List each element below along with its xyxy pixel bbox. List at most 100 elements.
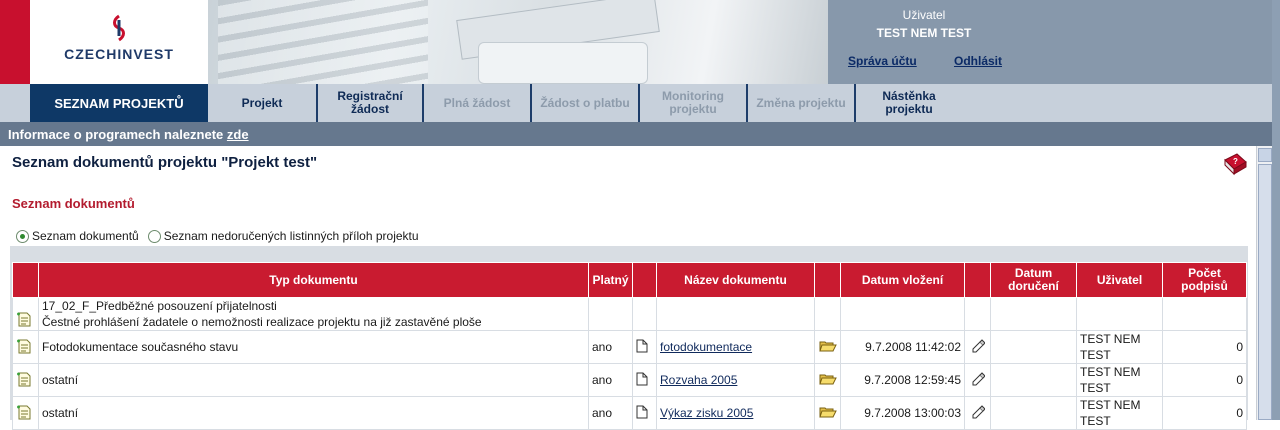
- tab-zmena-projektu: Změna projektu: [748, 84, 856, 122]
- edit-pencil-icon[interactable]: [971, 338, 986, 353]
- tab-monitoring-projektu: Monitoring projektu: [640, 84, 748, 122]
- row-doc-icon-cell: [632, 330, 657, 364]
- user-name: TEST NEM TEST: [876, 26, 972, 40]
- scroll-thumb[interactable]: [1258, 164, 1272, 420]
- logo-strip: [0, 0, 30, 84]
- window-edge: [1272, 0, 1280, 420]
- row-user: TEST NEM TEST: [1076, 330, 1163, 364]
- open-folder-icon[interactable]: [818, 405, 837, 419]
- cell: [1162, 297, 1247, 331]
- row-delivered: [990, 363, 1077, 397]
- tab-label: Změna projektu: [756, 95, 846, 110]
- document-link[interactable]: Rozvaha 2005: [660, 373, 737, 387]
- row-user: TEST NEM TEST: [1076, 396, 1163, 430]
- row-valid: ano: [588, 363, 633, 397]
- radio-document-list[interactable]: [16, 229, 29, 243]
- col-doc-icon: [632, 262, 657, 298]
- section-title: Seznam dokumentů: [12, 196, 135, 211]
- photo-touchpad: [478, 42, 648, 84]
- info-link[interactable]: zde: [227, 127, 249, 142]
- row-valid: ano: [588, 396, 633, 430]
- row-user: TEST NEM TEST: [1076, 363, 1163, 397]
- photo-keyboard: [218, 0, 428, 84]
- radio-undelivered-attachments-label: Seznam nedoručených listinných příloh pr…: [163, 229, 419, 243]
- nav-project-list[interactable]: SEZNAM PROJEKTŮ: [30, 84, 208, 122]
- col-signatures: Počet podpisů: [1162, 262, 1247, 298]
- row-new-cell: [12, 363, 39, 397]
- new-document-icon[interactable]: [16, 371, 32, 387]
- new-document-icon[interactable]: [16, 338, 32, 354]
- cell: [814, 297, 841, 331]
- open-folder-icon[interactable]: [818, 372, 837, 386]
- col-folder: [814, 262, 841, 298]
- new-document-icon[interactable]: [16, 311, 32, 327]
- table-header-row: Typ dokumentu Platný Název dokumentu Dat…: [12, 262, 1247, 298]
- info-bar: Informace o programech naleznete zde: [0, 122, 1272, 146]
- row-signatures: 0: [1162, 330, 1247, 364]
- help-book-icon[interactable]: ?: [1222, 152, 1248, 176]
- logout-link[interactable]: Odhlásit: [954, 54, 1002, 68]
- cell: [632, 297, 657, 331]
- col-date-inserted: Datum vložení: [840, 262, 965, 298]
- document-link[interactable]: fotodokumentace: [660, 340, 752, 354]
- new-document-icon[interactable]: [16, 404, 32, 420]
- row-doc-icon-cell: [632, 396, 657, 430]
- row-folder-cell: [814, 363, 841, 397]
- tab-plna-zadost: Plná žádost: [424, 84, 532, 122]
- header-photo: [208, 0, 828, 84]
- tab-label: Monitoring projektu: [662, 89, 724, 116]
- group-type-cell: 17_02_F_Předběžné posouzení přijatelnost…: [38, 297, 589, 331]
- row-date: 9.7.2008 11:42:02: [840, 330, 965, 364]
- row-date: 9.7.2008 13:00:03: [840, 396, 965, 430]
- row-delivered: [990, 330, 1077, 364]
- document-link[interactable]: Výkaz zisku 2005: [660, 406, 753, 420]
- col-icon: [12, 262, 39, 298]
- row-new-cell: [12, 297, 39, 331]
- row-signatures: 0: [1162, 396, 1247, 430]
- row-name-cell: Rozvaha 2005: [656, 363, 815, 397]
- tab-label: Plná žádost: [443, 95, 511, 110]
- tab-zadost-o-platbu: Žádost o platbu: [532, 84, 640, 122]
- czechinvest-logo-icon: [113, 14, 125, 42]
- row-type: Fotodokumentace současného stavu: [38, 330, 589, 364]
- row-valid: ano: [588, 330, 633, 364]
- table-row: Fotodokumentace současného stavu ano fot…: [12, 330, 1247, 364]
- svg-text:?: ?: [1233, 157, 1238, 166]
- row-name-cell: fotodokumentace: [656, 330, 815, 364]
- tab-projekt[interactable]: Projekt: [208, 84, 318, 122]
- row-folder-cell: [814, 396, 841, 430]
- row-new-cell: [12, 330, 39, 364]
- scroll-up-button[interactable]: [1258, 148, 1272, 162]
- row-type: ostatní: [38, 396, 589, 430]
- radio-undelivered-attachments[interactable]: [147, 229, 161, 243]
- edit-pencil-icon[interactable]: [971, 404, 986, 419]
- tab-registracni-zadost[interactable]: Registrační žádost: [318, 84, 424, 122]
- cell: [964, 297, 991, 331]
- logo[interactable]: CZECHINVEST: [30, 0, 208, 84]
- edit-pencil-icon[interactable]: [971, 371, 986, 386]
- vertical-scrollbar[interactable]: [1256, 146, 1272, 420]
- group-code: 17_02_F_Předběžné posouzení přijatelnost…: [42, 299, 277, 313]
- col-date-delivered: Datum doručení: [990, 262, 1077, 298]
- col-type: Typ dokumentu: [38, 262, 589, 298]
- document-icon: [636, 339, 648, 352]
- row-doc-icon-cell: [632, 363, 657, 397]
- tab-label: Nástěnka projektu: [882, 89, 936, 116]
- cell: [990, 297, 1077, 331]
- row-folder-cell: [814, 330, 841, 364]
- tab-label: Projekt: [241, 95, 283, 110]
- cell: [1076, 297, 1163, 331]
- content: Seznam dokumentů projektu "Projekt test"…: [0, 146, 1256, 430]
- account-link[interactable]: Správa účtu: [848, 54, 917, 68]
- table-row: ostatní ano Výkaz zisku 2005 9.7.2008 13…: [12, 396, 1247, 430]
- tab-nastenka-projektu[interactable]: Nástěnka projektu: [856, 84, 962, 122]
- col-user: Uživatel: [1076, 262, 1163, 298]
- logo-text: CZECHINVEST: [64, 46, 174, 62]
- row-signatures: 0: [1162, 363, 1247, 397]
- row-type: ostatní: [38, 363, 589, 397]
- info-text: Informace o programech naleznete: [8, 127, 227, 142]
- row-edit-cell: [964, 330, 991, 364]
- row-new-cell: [12, 396, 39, 430]
- open-folder-icon[interactable]: [818, 339, 837, 353]
- col-valid: Platný: [588, 262, 633, 298]
